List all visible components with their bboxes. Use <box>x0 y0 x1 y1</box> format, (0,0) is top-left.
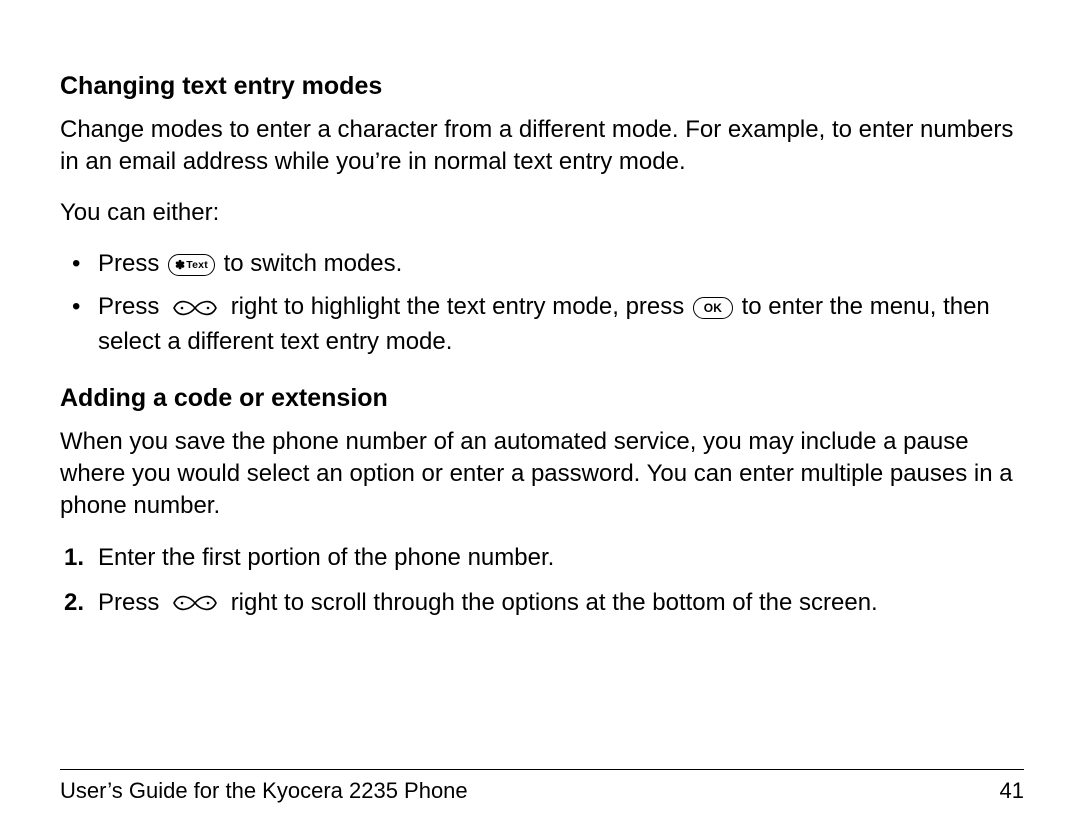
bullet-text-post: to switch modes. <box>224 250 403 277</box>
heading-changing-text-entry-modes: Changing text entry modes <box>60 70 1024 104</box>
heading-adding-code-extension: Adding a code or extension <box>60 382 1024 416</box>
ordered-steps: Enter the first portion of the phone num… <box>60 541 1024 621</box>
paragraph-lead-1: You can either: <box>60 197 1024 229</box>
nav-rocker-icon <box>168 290 222 325</box>
footer-title: User’s Guide for the Kyocera 2235 Phone <box>60 778 468 804</box>
bullet-list-text-modes: Press ✽Text to switch modes. Press right… <box>60 247 1024 360</box>
manual-page: Changing text entry modes Change modes t… <box>0 0 1080 834</box>
bullet-text-mid: right to highlight the text entry mode, … <box>231 293 691 320</box>
bullet-text-pre: Press <box>98 293 166 320</box>
paragraph-intro-2: When you save the phone number of an aut… <box>60 426 1024 523</box>
page-footer: User’s Guide for the Kyocera 2235 Phone … <box>60 769 1024 804</box>
list-item: Press right to scroll through the option… <box>98 586 1024 621</box>
text-key-icon: ✽Text <box>168 247 215 282</box>
page-number: 41 <box>1000 778 1024 804</box>
step-text: Enter the first portion of the phone num… <box>98 544 554 571</box>
step-text-post: right to scroll through the options at t… <box>231 589 878 616</box>
paragraph-intro-1: Change modes to enter a character from a… <box>60 114 1024 179</box>
list-item: Enter the first portion of the phone num… <box>98 541 1024 576</box>
footer-rule <box>60 769 1024 770</box>
step-text-pre: Press <box>98 589 166 616</box>
list-item: Press right to highlight the text entry … <box>98 290 1024 360</box>
ok-key-icon: OK <box>693 290 733 325</box>
nav-rocker-icon <box>168 586 222 621</box>
bullet-text-pre: Press <box>98 250 166 277</box>
list-item: Press ✽Text to switch modes. <box>98 247 1024 282</box>
